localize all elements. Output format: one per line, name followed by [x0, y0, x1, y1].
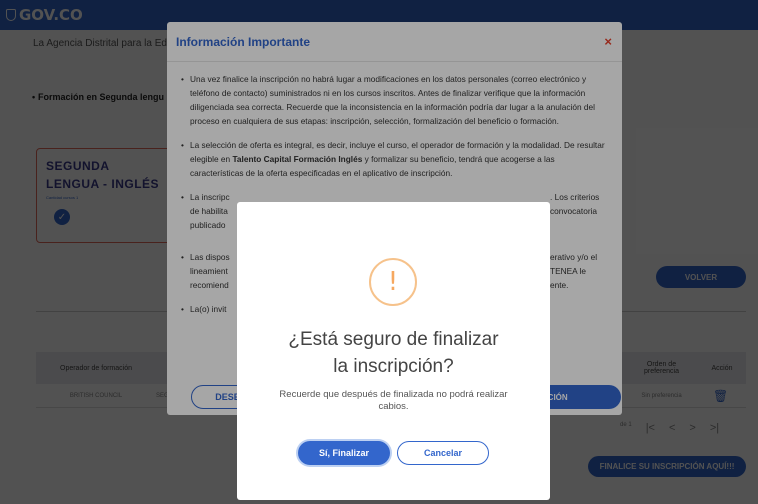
confirm-finalizar-button[interactable]: Sí, Finalizar [298, 441, 390, 465]
warning-icon: ! [369, 258, 417, 306]
confirm-title: ¿Está seguro de finalizar la inscripción… [237, 326, 550, 380]
confirm-text: Recuerde que después de finalizada no po… [279, 389, 508, 412]
confirm-modal: ! ¿Está seguro de finalizar la inscripci… [237, 202, 550, 500]
confirm-title-line1: ¿Está seguro de finalizar [288, 329, 499, 350]
confirm-title-line2: la inscripción? [333, 356, 454, 377]
cancel-button[interactable]: Cancelar [397, 441, 489, 465]
